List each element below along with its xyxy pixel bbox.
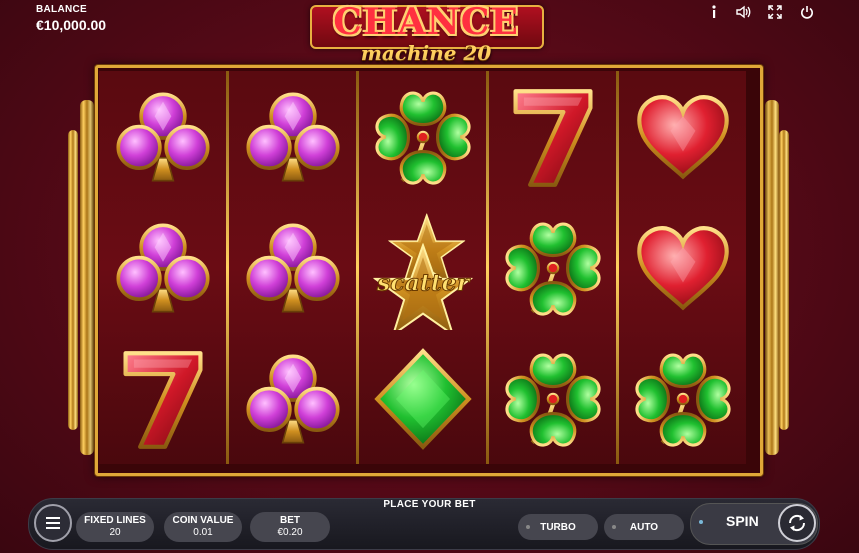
power-icon[interactable]	[799, 4, 815, 20]
info-icon[interactable]	[706, 4, 722, 20]
club-icon	[245, 92, 340, 182]
frame-right-outer	[779, 130, 789, 430]
clover-icon	[501, 216, 605, 320]
seven-symbol	[489, 71, 616, 202]
scatter-label: scatter	[376, 268, 471, 296]
auto-label: AUTO	[629, 521, 659, 533]
logo-title: CHANCE	[333, 1, 519, 43]
menu-icon	[46, 517, 60, 519]
logo-subtitle: machine 20	[360, 41, 492, 65]
scatter-symbol: scatter	[359, 202, 486, 333]
fixed-lines-display: FIXED LINES 20	[76, 512, 154, 542]
frame-left-inner	[80, 100, 94, 455]
club-symbol	[229, 333, 356, 464]
club-icon	[245, 223, 340, 313]
bet-selector[interactable]: BET €0.20	[250, 512, 330, 542]
reel-1	[99, 71, 226, 464]
bet-value: €0.20	[277, 527, 303, 538]
spin-label[interactable]: SPIN	[726, 513, 759, 529]
club-icon	[115, 92, 210, 182]
club-symbol	[99, 202, 226, 333]
spin-indicator	[699, 520, 703, 524]
turbo-toggle[interactable]: TURBO	[518, 514, 598, 540]
spin-icon	[788, 514, 806, 532]
coin-value-value: 0.01	[193, 527, 213, 538]
turbo-label: TURBO	[540, 521, 576, 533]
club-symbol	[229, 202, 356, 333]
frame-right-inner	[765, 100, 779, 455]
heart-icon	[631, 85, 735, 189]
reel-3: scatter	[359, 71, 486, 464]
balance-value: €10,000.00	[36, 17, 107, 33]
spin-button[interactable]	[778, 504, 816, 542]
game-logo: CHANCE machine 20	[310, 1, 544, 65]
seven-symbol	[99, 333, 226, 464]
reel-2	[229, 71, 356, 464]
heart-icon	[631, 216, 735, 320]
clover-symbol	[619, 333, 746, 464]
clover-icon	[631, 347, 735, 451]
seven-icon	[501, 85, 605, 189]
coin-value-label: COIN VALUE	[172, 515, 234, 526]
club-icon	[115, 223, 210, 313]
bet-label: BET	[280, 515, 300, 526]
turbo-indicator	[526, 525, 530, 529]
club-icon	[245, 354, 340, 444]
coin-value-selector[interactable]: COIN VALUE 0.01	[164, 512, 242, 542]
fixed-lines-value: 20	[109, 527, 121, 538]
clover-icon	[371, 85, 475, 189]
seven-icon	[111, 347, 215, 451]
clover-symbol	[489, 202, 616, 333]
fixed-lines-label: FIXED LINES	[84, 515, 146, 526]
diamond-icon	[371, 347, 475, 451]
balance-label: BALANCE	[36, 4, 87, 15]
auto-indicator	[612, 525, 616, 529]
reel-grid: scatter	[95, 65, 763, 476]
club-symbol	[229, 71, 356, 202]
scatter-icon: scatter	[373, 213, 472, 330]
club-symbol	[99, 71, 226, 202]
heart-symbol	[619, 71, 746, 202]
balance-display: BALANCE €10,000.00	[36, 4, 106, 33]
reel-4	[489, 71, 616, 464]
clover-symbol	[489, 333, 616, 464]
reel-5	[619, 71, 746, 464]
diamond-symbol	[359, 333, 486, 464]
fullscreen-icon[interactable]	[767, 4, 783, 20]
clover-symbol	[359, 71, 486, 202]
menu-button[interactable]	[34, 504, 72, 542]
clover-icon	[501, 347, 605, 451]
frame-left-outer	[68, 130, 78, 430]
heart-symbol	[619, 202, 746, 333]
volume-icon[interactable]	[736, 4, 752, 20]
auto-button[interactable]: AUTO	[604, 514, 684, 540]
